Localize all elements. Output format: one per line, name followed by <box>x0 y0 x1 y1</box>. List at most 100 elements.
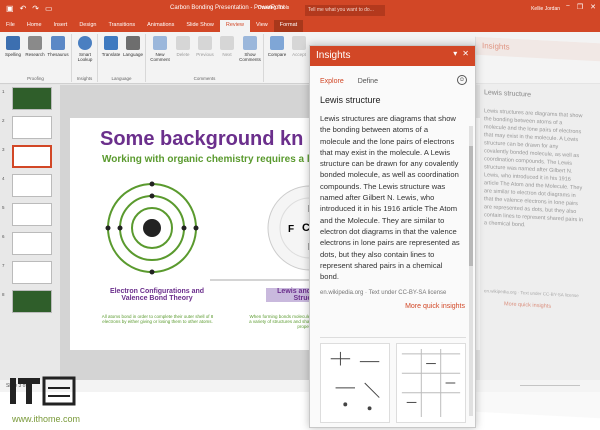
context-tab-group: Drawing Tools <box>258 5 290 11</box>
tab-insert[interactable]: Insert <box>48 20 74 32</box>
slide-thumbnail[interactable] <box>12 290 52 313</box>
group-label-comments: Comments <box>193 76 216 81</box>
tab-home[interactable]: Home <box>21 20 48 32</box>
compare-icon <box>270 36 284 50</box>
close-button[interactable]: ✕ <box>590 3 596 11</box>
thumb-number: 3 <box>2 147 5 152</box>
accept-button[interactable]: Accept <box>288 36 310 57</box>
tab-animations[interactable]: Animations <box>141 20 180 32</box>
tab-format[interactable]: Format <box>273 20 304 32</box>
new-comment-icon <box>153 36 167 50</box>
chevron-down-icon[interactable]: ▾ <box>453 49 457 58</box>
tab-design[interactable]: Design <box>73 20 102 32</box>
lewis-image-thumbnail[interactable] <box>320 343 390 423</box>
thumb-number: 5 <box>2 205 5 210</box>
language-button[interactable]: Language <box>122 36 144 57</box>
show-comments-icon <box>243 36 257 50</box>
slide-thumbnail[interactable] <box>12 87 52 110</box>
translate-icon <box>104 36 118 50</box>
smart-lookup-label: Smart Lookup <box>77 52 93 62</box>
previous-comment-button[interactable]: Previous <box>194 36 216 57</box>
atom-diagram <box>105 181 199 275</box>
tab-explore[interactable]: Explore <box>320 78 344 85</box>
minimize-button[interactable]: − <box>566 3 570 11</box>
insight-body: Lewis structures are diagrams that show … <box>320 114 460 282</box>
present-icon[interactable]: ▭ <box>45 4 53 13</box>
caption-electron-configurations[interactable]: Electron Configurations and Valence Bond… <box>98 288 216 302</box>
tab-view[interactable]: View <box>250 20 274 32</box>
next-icon <box>220 36 234 50</box>
lewis-atom-left: F <box>288 224 295 235</box>
thesaurus-button[interactable]: Thesaurus <box>47 36 69 57</box>
spelling-button[interactable]: Spelling <box>2 36 24 57</box>
thumb-number: 2 <box>2 118 5 123</box>
group-proofing: Spelling Research Thesaurus Proofing <box>0 34 72 82</box>
thumb-number: 1 <box>2 89 5 94</box>
new-comment-label: New Comment <box>150 52 170 62</box>
thumb-number: 8 <box>2 292 5 297</box>
slide-thumbnail[interactable] <box>12 203 52 226</box>
user-name[interactable]: Kellie Jordan <box>531 6 560 12</box>
slide-thumbnail[interactable] <box>12 232 52 255</box>
insights-tabs: Explore Define ☺ <box>310 66 475 85</box>
next-comment-button[interactable]: Next <box>216 36 238 57</box>
ghost-body: Lewis structures are diagrams that show … <box>484 108 584 229</box>
group-label-insights: Insights <box>76 76 93 81</box>
slide-thumbnail-selected[interactable] <box>12 145 52 168</box>
previous-icon <box>198 36 212 50</box>
research-button[interactable]: Research <box>24 36 46 57</box>
new-comment-button[interactable]: New Comment <box>149 36 171 62</box>
ghost-more-link: More quick insights <box>504 301 552 310</box>
accept-label: Accept <box>292 52 306 57</box>
save-icon[interactable]: ▣ <box>6 4 14 13</box>
insights-scrollbar[interactable] <box>469 126 473 416</box>
delete-comment-button[interactable]: Delete <box>172 36 194 57</box>
show-comments-label: Show Comments <box>239 52 261 62</box>
tab-slide-show[interactable]: Slide Show <box>180 20 220 32</box>
undo-icon[interactable]: ↶ <box>20 4 27 13</box>
ribbon-tabs: File Home Insert Design Transitions Anim… <box>0 20 600 32</box>
tab-file[interactable]: File <box>0 20 21 32</box>
tell-me-box[interactable]: Tell me what you want to do... <box>305 5 385 16</box>
tab-review[interactable]: Review <box>219 20 250 32</box>
translate-button[interactable]: Translate <box>100 36 122 57</box>
ithome-url: www.ithome.com <box>12 414 81 424</box>
body-text-left[interactable]: All atoms bond in order to complete thei… <box>100 314 215 324</box>
show-comments-button[interactable]: Show Comments <box>239 36 261 62</box>
ithome-logo <box>8 374 78 415</box>
restore-button[interactable]: ❐ <box>577 3 583 11</box>
slide-thumbnail[interactable] <box>12 261 52 284</box>
group-language: Translate Language Language <box>98 34 146 82</box>
insights-pane-ghost: Insights Lewis structure Lewis structure… <box>475 36 600 419</box>
insights-title: Insights <box>316 50 351 61</box>
tab-transitions[interactable]: Transitions <box>102 20 141 32</box>
tab-define[interactable]: Define <box>358 78 378 85</box>
smart-lookup-button[interactable]: Smart Lookup <box>74 36 96 62</box>
slide-title[interactable]: Some background kn <box>100 128 303 151</box>
group-compare: Compare Accept <box>264 34 310 82</box>
insights-header: Insights ▾ ✕ <box>310 46 475 66</box>
translate-label: Translate <box>101 52 121 57</box>
compare-button[interactable]: Compare <box>266 36 288 57</box>
thumb-number: 6 <box>2 234 5 239</box>
previous-label: Previous <box>196 52 214 57</box>
group-label-language: Language <box>111 76 132 81</box>
close-icon[interactable]: ✕ <box>462 49 469 58</box>
scroll-thumb[interactable] <box>469 146 473 266</box>
feedback-smile-icon[interactable]: ☺ <box>457 75 467 85</box>
pane-controls: ▾ ✕ <box>453 49 469 58</box>
redo-icon[interactable]: ↷ <box>32 4 39 13</box>
spelling-label: Spelling <box>4 52 21 57</box>
insight-source[interactable]: en.wikipedia.org · Text under CC-BY-SA l… <box>310 282 475 296</box>
language-label: Language <box>122 52 144 57</box>
insight-heading: Lewis structure <box>320 95 381 105</box>
window-controls: − ❐ ✕ <box>566 3 596 11</box>
slide-thumbnail[interactable] <box>12 116 52 139</box>
spelling-icon <box>6 36 20 50</box>
lewis-table-image-thumbnail[interactable] <box>396 343 466 423</box>
more-quick-insights-link[interactable]: More quick insights <box>310 296 475 310</box>
compare-label: Compare <box>267 52 287 57</box>
delete-icon <box>176 36 190 50</box>
slide-thumbnail[interactable] <box>12 174 52 197</box>
thumb-number: 4 <box>2 176 5 181</box>
